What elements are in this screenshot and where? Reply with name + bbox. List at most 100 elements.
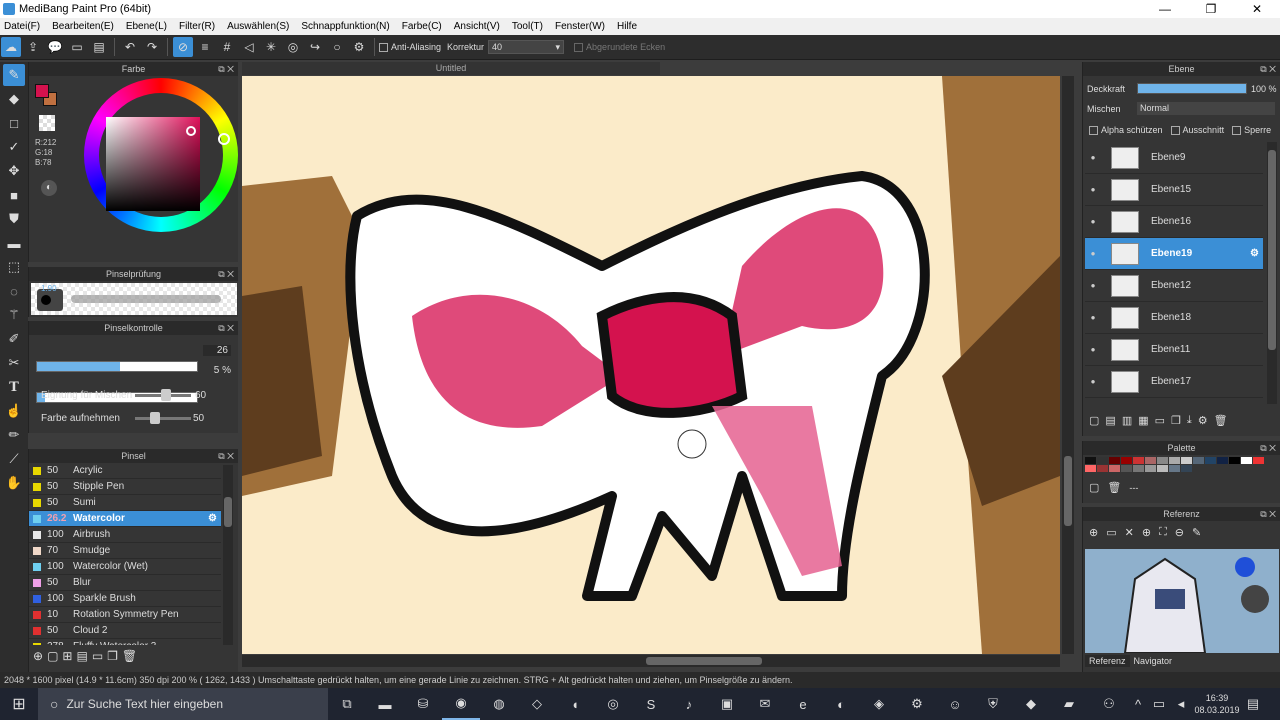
menu-filter[interactable]: Filter(R): [179, 21, 215, 32]
palette-swatch[interactable]: [1253, 457, 1264, 464]
delete-palette-icon[interactable]: 🗑: [1107, 481, 1121, 494]
palette-swatch[interactable]: [1097, 465, 1108, 472]
new-layer-icon[interactable]: ▢: [1089, 414, 1099, 427]
palette-swatch[interactable]: [1241, 457, 1252, 464]
task-view-icon[interactable]: ⧉: [328, 688, 366, 720]
layer-item[interactable]: ● Ebene16: [1085, 206, 1263, 238]
palette-swatch[interactable]: [1181, 465, 1192, 472]
panel-close-icon[interactable]: ⧉ ✕: [1260, 441, 1276, 455]
upload-icon[interactable]: ⇪: [23, 37, 43, 57]
brush-size-slider[interactable]: [36, 361, 198, 372]
tab-navigator[interactable]: Navigator: [1130, 655, 1177, 667]
brush-item[interactable]: 10 Rotation Symmetry Pen: [29, 607, 221, 623]
layer-item[interactable]: ● Ebene18: [1085, 302, 1263, 334]
snap-grid-icon[interactable]: #: [217, 37, 237, 57]
cloud-icon[interactable]: ☁: [1, 37, 21, 57]
comment-icon[interactable]: 💬: [45, 37, 65, 57]
palette-swatch[interactable]: [1085, 457, 1096, 464]
store-icon[interactable]: ⛁: [404, 688, 442, 720]
brush-item[interactable]: 100 Sparkle Brush: [29, 591, 221, 607]
palette-swatch[interactable]: [1109, 457, 1120, 464]
menu-datei[interactable]: Datei(F): [4, 21, 40, 32]
drawing-canvas[interactable]: [242, 76, 1060, 654]
panel-close-icon[interactable]: ⧉ ✕: [218, 267, 234, 281]
menu-auswaehlen[interactable]: Auswählen(S): [227, 21, 289, 32]
hand-tool-icon[interactable]: ✋: [3, 472, 25, 494]
visibility-icon[interactable]: ●: [1085, 249, 1101, 258]
layer-item[interactable]: ● Ebene17: [1085, 366, 1263, 398]
delete-layer-icon[interactable]: 🗑: [1214, 414, 1228, 427]
gradient-tool-icon[interactable]: ▬: [3, 232, 25, 254]
copy-brush-icon[interactable]: ▤: [76, 649, 87, 663]
taskbar-search[interactable]: ○ Zur Suche Text hier eingeben: [38, 688, 328, 720]
tab-referenz[interactable]: Referenz: [1085, 655, 1130, 667]
eyedropper-tool-icon[interactable]: ⟋: [3, 448, 25, 470]
new-8bit-layer-icon[interactable]: ▥: [1122, 414, 1132, 427]
eyedropper-icon[interactable]: ✎: [1192, 526, 1201, 539]
snap-circle-icon[interactable]: ◎: [283, 37, 303, 57]
layer-item[interactable]: ● Ebene9: [1085, 142, 1263, 174]
palette-swatch[interactable]: [1121, 457, 1132, 464]
document-icon[interactable]: ▤: [89, 37, 109, 57]
app-icon-9[interactable]: ⛨: [974, 688, 1012, 720]
menu-bearbeiten[interactable]: Bearbeiten(E): [52, 21, 114, 32]
transparent-color-swatch[interactable]: [39, 115, 55, 131]
volume-icon[interactable]: ◂: [1170, 688, 1192, 720]
panel-close-icon[interactable]: ⧉ ✕: [1260, 62, 1276, 76]
add-dropdown-icon[interactable]: ⊞: [62, 649, 72, 663]
magic-wand-tool-icon[interactable]: ⚚: [3, 304, 25, 326]
rectangle-tool-icon[interactable]: □: [3, 112, 25, 134]
layer-settings-icon[interactable]: ⚙: [1198, 414, 1208, 427]
brush-opacity-value[interactable]: 5 %: [203, 365, 231, 376]
merge-layer-icon[interactable]: ⤓: [1187, 414, 1192, 427]
antialias-checkbox[interactable]: [379, 42, 388, 52]
settings-icon[interactable]: ⚙: [349, 37, 369, 57]
layer-item[interactable]: ● Ebene11: [1085, 334, 1263, 366]
medibang-icon[interactable]: ◉: [442, 688, 480, 720]
windows-start-icon[interactable]: ⊞: [0, 688, 38, 720]
palette-swatch[interactable]: [1145, 465, 1156, 472]
visibility-icon[interactable]: ●: [1085, 313, 1101, 322]
fit-icon[interactable]: ⛶: [1159, 526, 1167, 539]
visibility-icon[interactable]: ●: [1085, 377, 1101, 386]
app-icon-11[interactable]: ▰: [1050, 688, 1088, 720]
pickup-slider-knob[interactable]: [150, 412, 160, 424]
skype-icon[interactable]: S: [632, 688, 670, 720]
panel-close-icon[interactable]: ⧉ ✕: [1260, 507, 1276, 521]
select-tool-icon[interactable]: ⬚: [3, 256, 25, 278]
palette-icon[interactable]: ◐: [41, 180, 57, 196]
palette-swatch[interactable]: [1169, 465, 1180, 472]
sv-picker[interactable]: [186, 126, 196, 136]
snap-off-icon[interactable]: ⊘: [173, 37, 193, 57]
panel-close-icon[interactable]: ⧉ ✕: [218, 62, 234, 76]
visibility-icon[interactable]: ●: [1085, 185, 1101, 194]
rounded-checkbox[interactable]: [574, 42, 584, 52]
eraser-tool-icon[interactable]: ◆: [3, 88, 25, 110]
app-icon-4[interactable]: ◎: [594, 688, 632, 720]
app-icon-6[interactable]: ▣: [708, 688, 746, 720]
minimize-button[interactable]: —: [1142, 0, 1188, 18]
brush-list-scrollbar[interactable]: [223, 465, 233, 645]
korrektur-select[interactable]: 40 ▾: [488, 40, 565, 54]
maximize-button[interactable]: ❐: [1188, 0, 1234, 18]
reference-add-icon[interactable]: ⊕: [1089, 526, 1098, 539]
bucket-tool-icon[interactable]: ⛊: [3, 208, 25, 230]
palette-swatch[interactable]: [1157, 457, 1168, 464]
palette-swatch[interactable]: [1217, 457, 1228, 464]
people-icon[interactable]: ⚇: [1090, 688, 1128, 720]
brush-item[interactable]: 278Fluffy Watercolor 3: [29, 639, 221, 645]
layer-item[interactable]: ● Ebene12: [1085, 270, 1263, 302]
palette-swatch[interactable]: [1133, 457, 1144, 464]
duplicate-icon[interactable]: ❐: [107, 649, 118, 663]
alpha-lock-checkbox[interactable]: [1089, 126, 1098, 136]
hue-picker[interactable]: [218, 133, 230, 145]
steam-icon[interactable]: ⚙: [898, 688, 936, 720]
visibility-icon[interactable]: ●: [1085, 217, 1101, 226]
brush-item[interactable]: 50 Acrylic: [29, 463, 221, 479]
layer-item[interactable]: ● Ebene15: [1085, 174, 1263, 206]
brush-item[interactable]: 100 Watercolor (Wet): [29, 559, 221, 575]
text-tool-icon[interactable]: T: [3, 376, 25, 398]
app-icon-7[interactable]: ◈: [860, 688, 898, 720]
dot-tool-icon[interactable]: ✓: [3, 136, 25, 158]
snap-parallel-icon[interactable]: ≡: [195, 37, 215, 57]
